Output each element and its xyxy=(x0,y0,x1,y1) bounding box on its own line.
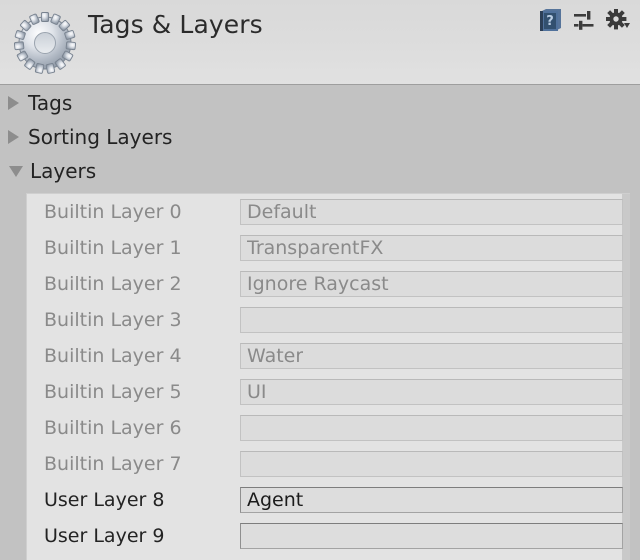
window-header: Tags & Layers ? xyxy=(0,0,640,85)
layer-row-label: Builtin Layer 3 xyxy=(44,309,182,331)
header-icon-group: ? xyxy=(538,8,632,34)
page-title: Tags & Layers xyxy=(88,10,263,39)
foldout-sorting-layers-label: Sorting Layers xyxy=(28,125,173,149)
foldout-tags[interactable]: Tags xyxy=(0,86,640,120)
chevron-down-icon xyxy=(624,23,630,28)
triangle-right-icon xyxy=(8,96,19,110)
layer-row: Builtin Layer 4 Water xyxy=(27,338,630,374)
foldout-sorting-layers[interactable]: Sorting Layers xyxy=(0,120,640,154)
layer-row-label: Builtin Layer 7 xyxy=(44,453,182,475)
foldout-layers-label: Layers xyxy=(30,159,97,183)
layer-name-value: TransparentFX xyxy=(247,237,384,259)
layer-row: Builtin Layer 5 UI xyxy=(27,374,630,410)
layer-name-input: Default xyxy=(240,199,623,225)
layer-row-label: Builtin Layer 6 xyxy=(44,417,182,439)
layer-row: Builtin Layer 2 Ignore Raycast xyxy=(27,266,630,302)
layer-row-list: Builtin Layer 0 Default Builtin Layer 1 Tra… xyxy=(27,194,630,554)
layer-row-label: Builtin Layer 1 xyxy=(44,237,182,259)
gear-settings-icon xyxy=(9,6,81,78)
layer-name-input xyxy=(240,307,623,333)
layer-row-label: Builtin Layer 4 xyxy=(44,345,182,367)
layer-name-input: Water xyxy=(240,343,623,369)
foldout-list: Tags Sorting Layers Layers xyxy=(0,86,640,188)
layer-row: User Layer 9 xyxy=(27,518,630,554)
layer-name-value: Water xyxy=(247,345,304,367)
layer-name-input: Ignore Raycast xyxy=(240,271,623,297)
layer-name-input: UI xyxy=(240,379,623,405)
foldout-tags-label: Tags xyxy=(28,91,73,115)
svg-text:?: ? xyxy=(546,14,554,29)
tags-and-layers-window: Tags & Layers ? Tags Sorting Layers Laye… xyxy=(0,0,640,560)
layer-row: Builtin Layer 3 xyxy=(27,302,630,338)
foldout-layers[interactable]: Layers xyxy=(0,154,640,188)
layer-row: User Layer 8 Agent xyxy=(27,482,630,518)
layer-name-input xyxy=(240,451,623,477)
help-book-icon[interactable]: ? xyxy=(538,8,564,34)
layer-name-value: Ignore Raycast xyxy=(247,273,389,295)
layer-row-label: Builtin Layer 2 xyxy=(44,273,182,295)
layer-row-label: User Layer 9 xyxy=(44,525,165,547)
layer-row: Builtin Layer 6 xyxy=(27,410,630,446)
layer-name-value: Default xyxy=(247,201,317,223)
layer-row-label: User Layer 8 xyxy=(44,489,165,511)
layer-row: Builtin Layer 0 Default xyxy=(27,194,630,230)
layers-panel: Builtin Layer 0 Default Builtin Layer 1 Tra… xyxy=(26,193,630,560)
layer-name-value: UI xyxy=(247,381,267,403)
layer-name-input[interactable]: Agent xyxy=(240,487,623,513)
layer-name-input[interactable] xyxy=(240,523,623,549)
layer-row: Builtin Layer 1 TransparentFX xyxy=(27,230,630,266)
layer-name-input xyxy=(240,415,623,441)
triangle-right-icon xyxy=(8,130,19,144)
layer-name-input: TransparentFX xyxy=(240,235,623,261)
layer-row-label: Builtin Layer 0 xyxy=(44,201,182,223)
layer-row: Builtin Layer 7 xyxy=(27,446,630,482)
layer-row-label: Builtin Layer 5 xyxy=(44,381,182,403)
preset-sliders-icon[interactable] xyxy=(573,9,597,33)
triangle-down-icon xyxy=(9,165,23,177)
layer-name-value: Agent xyxy=(247,489,304,511)
settings-gear-dropdown-icon[interactable] xyxy=(605,8,632,33)
